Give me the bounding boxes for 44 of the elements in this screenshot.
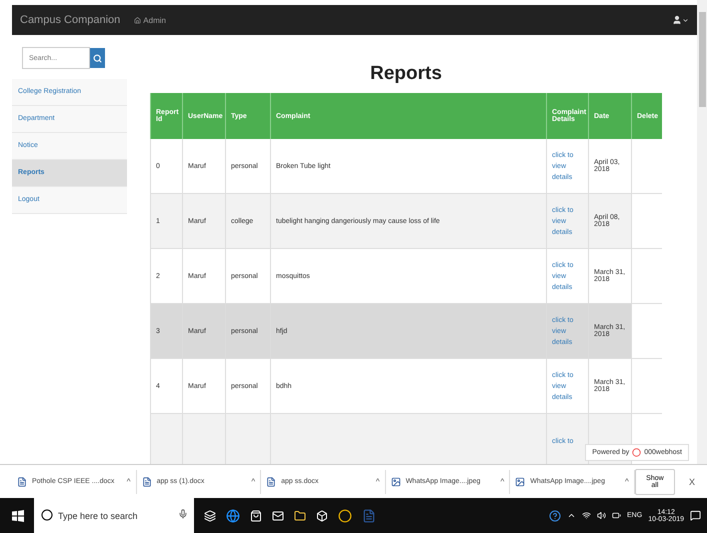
page-title: Reports xyxy=(369,63,443,85)
store-icon xyxy=(250,510,262,522)
search-icon xyxy=(41,509,53,521)
windows-icon[interactable] xyxy=(12,510,24,522)
document-icon xyxy=(266,476,276,486)
search-button[interactable] xyxy=(90,48,105,68)
browser-icon xyxy=(226,508,240,522)
search-icon xyxy=(93,54,102,62)
notification-icon xyxy=(690,510,701,521)
task-view-icon xyxy=(204,510,216,522)
scrollbar[interactable] xyxy=(697,0,707,464)
caret-icon[interactable]: ^ xyxy=(251,477,256,486)
caret-icon[interactable]: ^ xyxy=(500,477,504,486)
mail-icon xyxy=(272,510,284,522)
document-icon xyxy=(17,476,27,486)
folder-icon xyxy=(294,510,306,522)
table-cell xyxy=(182,414,225,464)
caret-icon xyxy=(682,16,689,24)
table-cell xyxy=(631,359,662,414)
caret-icon[interactable]: ^ xyxy=(376,477,380,486)
admin-link[interactable]: Admin xyxy=(134,16,166,24)
home-icon xyxy=(134,16,142,24)
user-icon xyxy=(672,15,682,25)
table-cell xyxy=(225,414,270,464)
volume-icon xyxy=(597,511,606,520)
table-cell xyxy=(631,249,662,304)
help-icon xyxy=(549,510,562,522)
table-cell xyxy=(631,304,662,359)
network-icon xyxy=(582,511,592,520)
close-button[interactable]: X xyxy=(682,476,701,488)
document-icon xyxy=(142,476,152,486)
user-menu[interactable] xyxy=(672,15,689,25)
caret-icon[interactable]: ^ xyxy=(625,477,629,486)
taskbar-search-field[interactable]: Type here to search xyxy=(34,498,194,533)
table-cell xyxy=(631,139,662,194)
chevron-up-icon xyxy=(567,511,576,520)
image-icon xyxy=(515,476,526,486)
box-icon xyxy=(316,510,328,522)
caret-icon[interactable]: ^ xyxy=(126,477,131,486)
microphone-icon xyxy=(178,509,188,519)
image-icon xyxy=(390,476,401,486)
battery-icon xyxy=(612,511,622,520)
brand-title[interactable]: Campus Companion xyxy=(20,14,120,26)
table-cell xyxy=(631,194,662,249)
